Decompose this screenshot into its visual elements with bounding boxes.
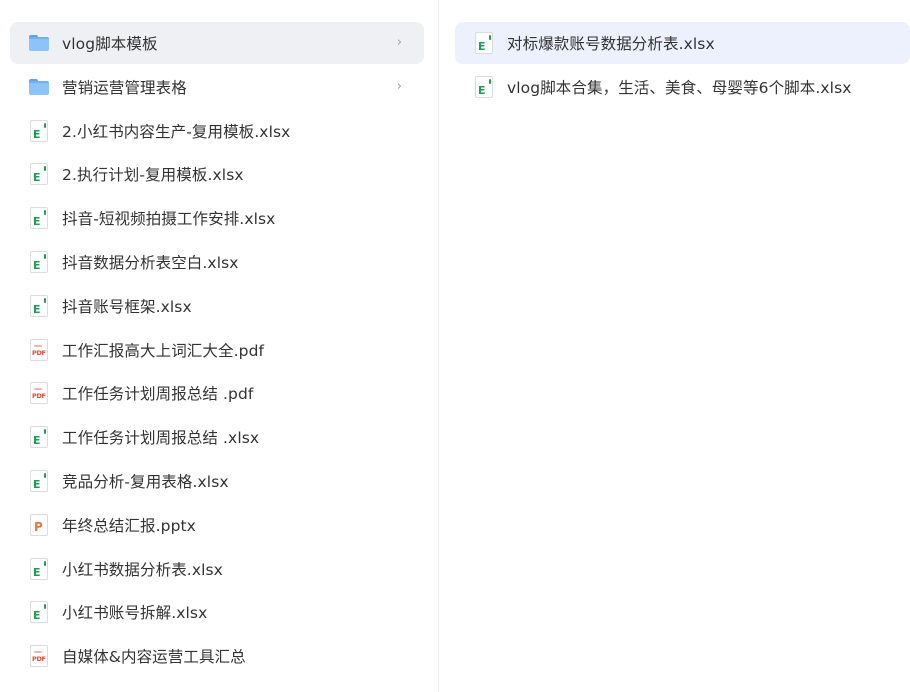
- folder-icon: [28, 76, 50, 98]
- folder-item[interactable]: vlog脚本模板 ›: [10, 22, 424, 64]
- excel-file-icon: E: [28, 426, 50, 449]
- excel-file-icon: E: [28, 207, 50, 230]
- item-label: 自媒体&内容运营工具汇总: [62, 648, 246, 667]
- right-column-pane: E 对标爆款账号数据分析表.xlsx Evlog脚本合集，生活、美食、母婴等6个脚本…: [439, 0, 910, 692]
- item-label: 抖音账号框架.xlsx: [62, 297, 192, 316]
- item-label: 工作汇报高大上词汇大全.pdf: [62, 341, 265, 360]
- file-item[interactable]: E 小红书数据分析表.xlsx: [10, 548, 424, 590]
- excel-file-icon: E: [28, 163, 50, 186]
- item-label: 小红书账号拆解.xlsx: [62, 604, 208, 623]
- file-item[interactable]: PDF 自媒体&内容运营工具汇总: [10, 635, 424, 677]
- pdf-file-icon: PDF: [28, 382, 50, 405]
- item-label: 对标爆款账号数据分析表.xlsx: [507, 35, 715, 53]
- item-label: 2.小红书内容生产-复用模板.xlsx: [62, 122, 291, 141]
- item-label: vlog脚本合集，生活、美食、母婴等6个脚本.xlsx: [507, 79, 852, 97]
- file-item[interactable]: E 竞品分析-复用表格.xlsx: [10, 460, 424, 502]
- item-label: 抖音-短视频拍摄工作安排.xlsx: [62, 210, 276, 229]
- excel-file-icon: E: [473, 76, 495, 98]
- excel-file-icon: E: [28, 601, 50, 624]
- item-label: 竞品分析-复用表格.xlsx: [62, 473, 229, 491]
- file-item[interactable]: E 小红书账号拆解.xlsx: [10, 591, 424, 633]
- file-item[interactable]: Evlog脚本合集，生活、美食、母婴等6个脚本.xlsx: [455, 66, 910, 108]
- folder-item[interactable]: 营销运营管理表格 ›: [10, 66, 424, 108]
- file-item[interactable]: E 抖音数据分析表空白.xlsx: [10, 241, 424, 283]
- folder-icon: [28, 32, 50, 54]
- file-item[interactable]: PDF 工作汇报高大上词汇大全.pdf: [10, 329, 424, 371]
- file-item[interactable]: E 抖音-短视频拍摄工作安排.xlsx: [10, 197, 424, 239]
- excel-file-icon: E: [28, 557, 50, 580]
- item-label: 工作任务计划周报总结 .xlsx: [62, 429, 260, 448]
- file-item[interactable]: P 年终总结汇报.pptx: [10, 504, 424, 546]
- item-label: 工作任务计划周报总结 .pdf: [62, 385, 254, 404]
- file-item[interactable]: E 2.执行计划-复用模板.xlsx: [10, 153, 424, 195]
- item-label: 抖音数据分析表空白.xlsx: [62, 254, 239, 272]
- powerpoint-file-icon: P: [28, 513, 50, 536]
- excel-file-icon: E: [28, 294, 50, 317]
- item-label: vlog脚本模板: [62, 35, 158, 53]
- item-label: 小红书数据分析表.xlsx: [62, 560, 223, 579]
- item-label: 年终总结汇报.pptx: [62, 516, 196, 535]
- excel-file-icon: E: [28, 119, 50, 142]
- chevron-right-icon: ›: [396, 35, 402, 50]
- chevron-right-icon: ›: [396, 78, 402, 94]
- item-label: 营销运营管理表格: [62, 78, 187, 97]
- item-label: 2.执行计划-复用模板.xlsx: [62, 166, 244, 185]
- excel-file-icon: E: [28, 251, 50, 273]
- file-item[interactable]: E 工作任务计划周报总结 .xlsx: [10, 416, 424, 458]
- left-column-pane: vlog脚本模板 › 营销运营管理表格 › E 2.小红书内容生产-复用模板.xlsx E 2…: [0, 0, 438, 692]
- file-item[interactable]: E 对标爆款账号数据分析表.xlsx: [455, 22, 910, 64]
- file-item[interactable]: E 抖音账号框架.xlsx: [10, 285, 424, 327]
- file-item[interactable]: PDF 工作任务计划周报总结 .pdf: [10, 372, 424, 414]
- pdf-file-icon: PDF: [28, 338, 50, 361]
- file-item[interactable]: E 2.小红书内容生产-复用模板.xlsx: [10, 110, 424, 152]
- excel-file-icon: E: [28, 470, 50, 492]
- excel-file-icon: E: [473, 32, 495, 54]
- pdf-file-icon: PDF: [28, 645, 50, 668]
